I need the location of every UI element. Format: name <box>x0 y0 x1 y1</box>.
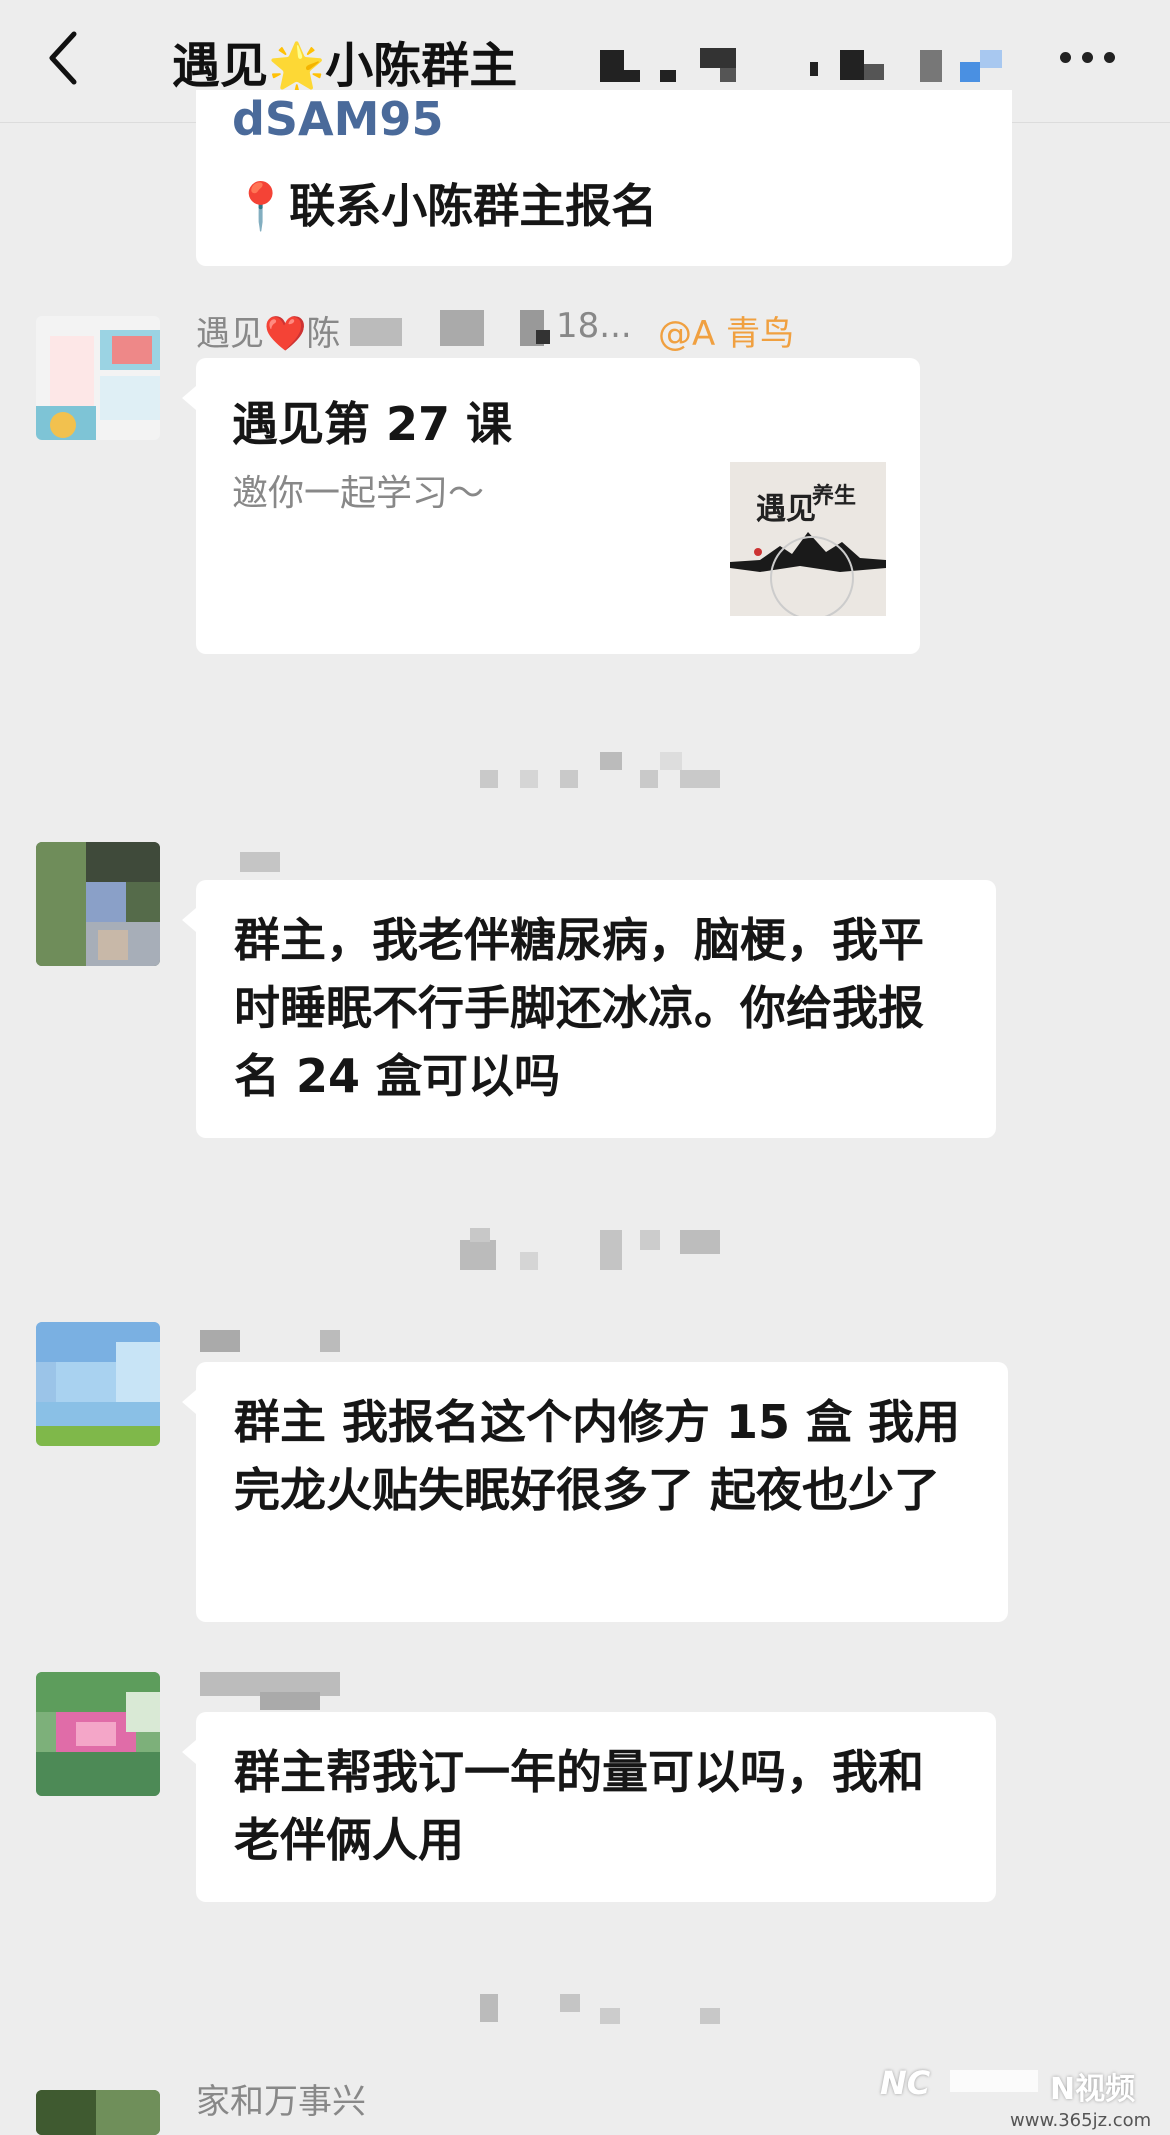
watermark-logo-right: N视频 <box>1050 2072 1136 2107</box>
title-prefix: 遇见 <box>172 38 269 94</box>
message-bubble[interactable]: 群主 我报名这个内修方 15 盒 我用完龙火贴失眠好很多了 起夜也少了 <box>182 1362 1008 1622</box>
mention[interactable]: @A 青鸟 <box>658 306 794 355</box>
thumb-text: 养生 <box>812 484 857 509</box>
sender-mosaic <box>260 1692 320 1710</box>
heart-icon: ❤️ <box>264 314 307 354</box>
sender-mosaic <box>536 330 550 344</box>
message-bubble[interactable]: dSAM95 📍联系小陈群主报名 <box>196 90 1012 266</box>
message-text: 联系小陈群主报名 <box>289 179 658 233</box>
avatar[interactable] <box>36 2090 160 2135</box>
pin-icon: 📍 <box>232 179 290 233</box>
chat-title: 遇见🌟小陈群主 <box>172 26 517 96</box>
sender-suffix: 18... <box>556 306 632 346</box>
partial-link-text[interactable]: dSAM95 <box>232 96 443 136</box>
message-bubble[interactable]: 群主帮我订一年的量可以吗，我和老伴俩人用 <box>182 1712 996 1902</box>
sender-name: 家和万事兴 <box>196 2082 366 2122</box>
avatar[interactable] <box>36 842 160 966</box>
card-thumbnail: 遇见 养生 <box>730 462 886 616</box>
avatar[interactable] <box>36 1322 160 1446</box>
card-subtitle: 邀你一起学习～ <box>232 473 485 514</box>
watermark-site: www.365jz.com <box>1010 2110 1152 2131</box>
chevron-left-icon[interactable] <box>44 30 84 86</box>
sender-mosaic <box>350 318 402 346</box>
title-main: 小陈群主 <box>325 38 518 94</box>
message-text: 群主，我老伴糖尿病，脑梗，我平时睡眠不行手脚还冰凉。你给我报名 24 盒可以吗 <box>234 913 924 1103</box>
sender-mosaic <box>320 1330 340 1352</box>
message-text: 群主帮我订一年的量可以吗，我和老伴俩人用 <box>234 1745 924 1867</box>
sender-mosaic <box>240 852 280 872</box>
more-dots-icon[interactable] <box>1060 52 1116 64</box>
message-text: 群主 我报名这个内修方 15 盒 我用完龙火贴失眠好很多了 起夜也少了 <box>234 1395 961 1517</box>
sender-mosaic <box>200 1330 240 1352</box>
sender-mosaic <box>440 310 484 346</box>
watermark-logo-left: NC <box>880 2064 931 2102</box>
message-bubble[interactable]: 群主，我老伴糖尿病，脑梗，我平时睡眠不行手脚还冰凉。你给我报名 24 盒可以吗 <box>182 880 996 1138</box>
avatar[interactable] <box>36 1672 160 1796</box>
star-icon: 🌟 <box>268 39 326 93</box>
sender-name: 遇见❤️陈 <box>196 314 341 354</box>
card-title: 遇见第 27 课 <box>232 397 513 451</box>
link-card[interactable]: 遇见第 27 课 邀你一起学习～ 遇见 养生 <box>182 358 920 654</box>
watermark-logo-badge <box>950 2070 1038 2092</box>
avatar[interactable] <box>36 316 160 440</box>
